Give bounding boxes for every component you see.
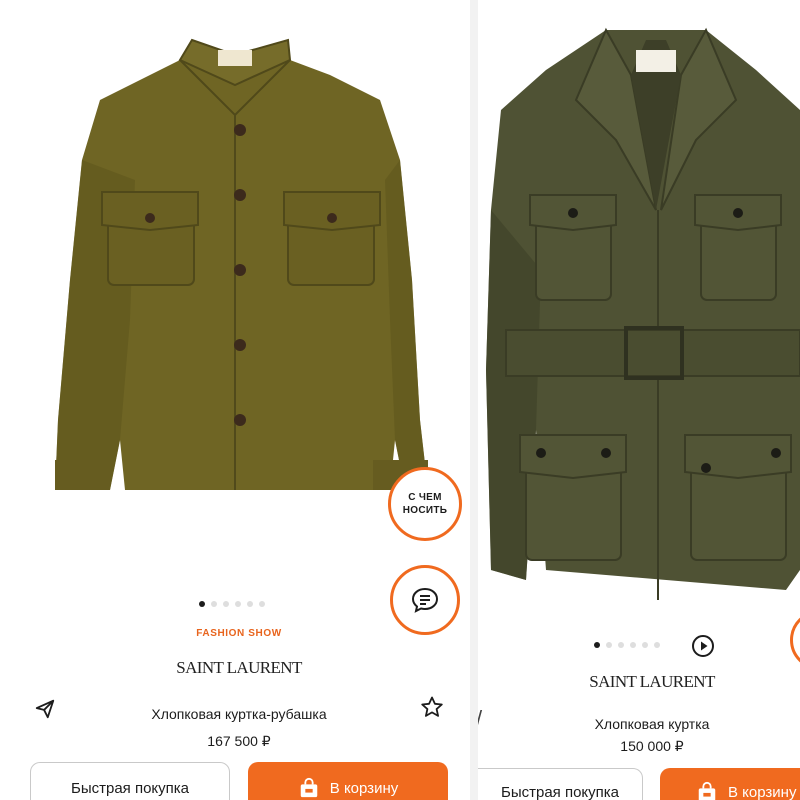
gallery-dot[interactable] — [259, 601, 265, 607]
add-to-cart-button[interactable]: В корзину — [248, 762, 448, 800]
add-to-cart-button[interactable]: В корзину — [660, 768, 800, 800]
chat-icon — [411, 587, 439, 613]
product-price: 150 000 ₽ — [620, 738, 684, 754]
product-title[interactable]: Хлопковая куртка — [478, 716, 800, 732]
quick-buy-button[interactable]: Быстрая покупка — [478, 768, 643, 800]
play-icon — [692, 635, 714, 657]
fashion-show-badge: FASHION SHOW — [196, 628, 282, 639]
gallery-dot[interactable] — [606, 642, 612, 648]
product-image-safari-jacket[interactable] — [486, 10, 800, 600]
gallery-pagination[interactable] — [199, 601, 265, 607]
card-divider — [470, 0, 478, 800]
gallery-dot[interactable] — [594, 642, 600, 648]
product-image-shirt-jacket[interactable] — [40, 20, 430, 500]
chat-button[interactable] — [390, 565, 460, 635]
cart-bag-icon — [696, 781, 718, 800]
product-card-right: SAINT LAURENT / Хлопковая куртка 150 000… — [478, 0, 800, 800]
gallery-dot[interactable] — [211, 601, 217, 607]
gallery-dot[interactable] — [654, 642, 660, 648]
what-to-wear-label: С ЧЕМ НОСИТЬ — [402, 492, 448, 516]
play-video-button[interactable] — [691, 634, 715, 658]
product-title[interactable]: Хлопковая куртка-рубашка — [0, 706, 470, 722]
add-to-cart-label: В корзину — [728, 783, 797, 800]
quick-buy-label: Быстрая покупка — [500, 783, 620, 800]
gallery-dot[interactable] — [199, 601, 205, 607]
gallery-dot[interactable] — [235, 601, 241, 607]
quick-buy-label: Быстрая покупка — [70, 779, 190, 797]
gallery-dot[interactable] — [618, 642, 624, 648]
gallery-dot[interactable] — [223, 601, 229, 607]
add-to-cart-label: В корзину — [329, 779, 399, 797]
gallery-dot[interactable] — [247, 601, 253, 607]
brand-logo[interactable]: SAINT LAURENT — [478, 672, 800, 692]
cart-bag-icon — [298, 777, 320, 799]
gallery-pagination[interactable] — [594, 642, 660, 648]
product-card-left: С ЧЕМ НОСИТЬ FASHION SHOW SAINT LAURENT … — [0, 0, 470, 800]
what-to-wear-button[interactable]: С ЧЕМ НОСИТЬ — [388, 467, 462, 541]
gallery-dot[interactable] — [630, 642, 636, 648]
favorite-button[interactable] — [417, 692, 447, 722]
brand-logo[interactable]: SAINT LAURENT — [0, 658, 470, 678]
what-to-wear-button-partial[interactable] — [790, 610, 800, 670]
gallery-dot[interactable] — [642, 642, 648, 648]
quick-buy-button[interactable]: Быстрая покупка — [30, 762, 230, 800]
favorite-star-icon — [421, 696, 443, 717]
product-price: 167 500 ₽ — [207, 733, 271, 749]
